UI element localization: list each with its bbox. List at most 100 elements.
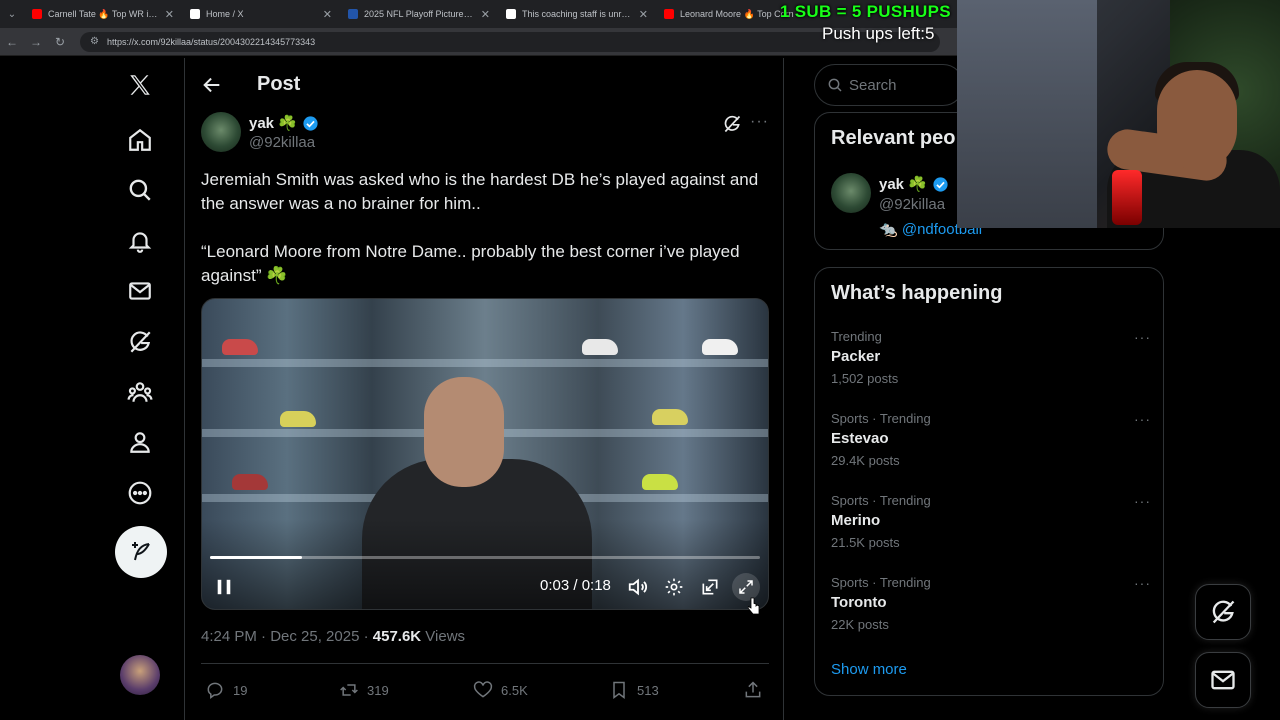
repost-count: 319 [367, 682, 389, 698]
trend-name: Estevao [831, 430, 889, 447]
trend-item[interactable]: Sports · Trending Merino 21.5K posts ··· [831, 493, 1151, 550]
picture-in-picture-button[interactable] [698, 575, 722, 599]
show-more-link[interactable]: Show more [831, 661, 907, 678]
grok-icon[interactable] [115, 317, 165, 367]
trend-item[interactable]: Sports · Trending Toronto 22K posts ··· [831, 575, 1151, 632]
trend-more-icon[interactable]: ··· [1134, 411, 1151, 427]
share-button[interactable] [743, 680, 771, 700]
post-header: Post [185, 58, 783, 111]
profile-icon[interactable] [115, 417, 165, 467]
browser-tab[interactable]: 2025 NFL Playoff Picture | NFL ✕ [340, 0, 498, 28]
site-info-icon[interactable]: ⚙ [90, 36, 99, 47]
share-icon [745, 681, 761, 698]
grok-explain-icon[interactable] [722, 114, 742, 134]
video-frame-detail [652, 409, 688, 425]
like-button[interactable]: 6.5K [473, 680, 528, 700]
tab-label: 2025 NFL Playoff Picture | NFL [364, 9, 475, 19]
tab-close-icon[interactable]: ✕ [323, 8, 332, 21]
author-name[interactable]: yak ☘️ [249, 114, 319, 132]
trend-more-icon[interactable]: ··· [1134, 493, 1151, 509]
verified-badge-icon [933, 176, 948, 192]
repost-button[interactable]: 319 [339, 680, 389, 700]
relevant-person-handle[interactable]: @92killaa [879, 196, 945, 213]
trend-item[interactable]: Trending Packer 1,502 posts ··· [831, 329, 1151, 386]
pause-button[interactable] [214, 575, 234, 599]
trend-context: Sports · Trending [831, 411, 931, 426]
post-more-icon[interactable]: ··· [750, 113, 769, 131]
bookmark-icon [613, 681, 625, 699]
x-logo-icon[interactable] [115, 60, 165, 110]
video-frame-detail [642, 474, 678, 490]
trend-more-icon[interactable]: ··· [1134, 575, 1151, 591]
more-circle-icon[interactable] [115, 468, 165, 518]
trend-post-count: 21.5K posts [831, 535, 900, 550]
reload-icon[interactable]: ↻ [48, 35, 72, 49]
trend-context: Sports · Trending [831, 575, 931, 590]
tab-close-icon[interactable]: ✕ [481, 8, 490, 21]
messages-mail-icon[interactable] [115, 266, 165, 316]
forward-icon[interactable]: → [24, 35, 48, 49]
settings-button[interactable] [662, 575, 686, 599]
post-timestamp[interactable]: 4:24 PM · Dec 25, 2025 · [201, 628, 373, 645]
trend-post-count: 22K posts [831, 617, 889, 632]
tab-close-icon[interactable]: ✕ [639, 8, 648, 21]
webcam-microphone [1112, 170, 1142, 225]
url-field[interactable]: ⚙ https://x.com/92killaa/status/20043022… [80, 31, 940, 52]
bookmark-button[interactable]: 513 [609, 680, 659, 700]
back-arrow-icon[interactable] [201, 74, 223, 96]
messages-mail-icon [1211, 670, 1235, 690]
trend-name: Merino [831, 512, 881, 529]
explore-search-icon[interactable] [115, 165, 165, 215]
relevant-person-avatar[interactable] [831, 173, 871, 213]
reply-icon [207, 682, 223, 699]
tab-search-button[interactable]: ⌄ [0, 0, 24, 28]
trend-item[interactable]: Sports · Trending Estevao 29.4K posts ··… [831, 411, 1151, 468]
like-count: 6.5K [501, 682, 528, 698]
trend-more-icon[interactable]: ··· [1134, 329, 1151, 345]
video-frame-detail [222, 339, 258, 355]
webcam-background [957, 0, 1097, 228]
tab-close-icon[interactable]: ✕ [165, 8, 174, 21]
grok-icon [1212, 600, 1235, 624]
youtube-favicon-icon [32, 9, 42, 19]
grok-floating-button[interactable] [1195, 584, 1251, 640]
trend-post-count: 29.4K posts [831, 453, 900, 468]
video-frame-detail [232, 474, 268, 490]
author-avatar[interactable] [201, 112, 241, 152]
video-player[interactable]: 0:03 / 0:18 [201, 298, 769, 610]
trend-name: Toronto [831, 594, 887, 611]
author-display-name: yak ☘️ [249, 115, 297, 132]
stream-sub-goal-text: 1 SUB = 5 PUSHUPS [780, 2, 951, 21]
video-progress-bar[interactable] [210, 556, 760, 559]
tab-label: Carnell Tate 🔥 Top WR in Colle [48, 8, 159, 19]
bookmark-count: 513 [637, 682, 659, 698]
video-time: 0:03 / 0:18 [540, 577, 611, 594]
video-frame-detail [202, 359, 768, 367]
browser-tab[interactable]: Carnell Tate 🔥 Top WR in Colle ✕ [24, 0, 182, 28]
main-column: Post yak ☘️ @92killaa ··· Jeremiah Smith… [184, 58, 784, 720]
search-field[interactable]: Search [814, 64, 964, 106]
relevant-person-name[interactable]: yak ☘️ [879, 175, 949, 193]
fullscreen-expand-icon [739, 580, 753, 594]
home-icon[interactable] [115, 115, 165, 165]
tab-label: This coaching staff is unreal 😩 [522, 8, 633, 19]
browser-tab[interactable]: Home / X ✕ [182, 0, 340, 28]
notifications-bell-icon[interactable] [115, 216, 165, 266]
account-avatar[interactable] [120, 655, 160, 695]
volume-button[interactable] [626, 575, 650, 599]
messages-floating-button[interactable] [1195, 652, 1251, 708]
back-icon[interactable]: ← [0, 35, 24, 49]
page-title: Post [257, 73, 301, 95]
url-text: https://x.com/92killaa/status/2004302214… [106, 36, 316, 47]
whats-happening-title: What’s happening [831, 282, 1003, 304]
browser-tab[interactable]: This coaching staff is unreal 😩 ✕ [498, 0, 656, 28]
compose-post-button[interactable] [115, 526, 167, 578]
video-frame-detail [280, 411, 316, 427]
reply-button[interactable]: 19 [205, 680, 247, 700]
views-count: 457.6K [372, 628, 422, 645]
youtube-favicon-icon [664, 9, 674, 19]
communities-icon[interactable] [115, 367, 165, 417]
x-favicon-icon [190, 9, 200, 19]
relevant-person-display-name: yak ☘️ [879, 176, 927, 193]
author-handle[interactable]: @92killaa [249, 134, 315, 151]
